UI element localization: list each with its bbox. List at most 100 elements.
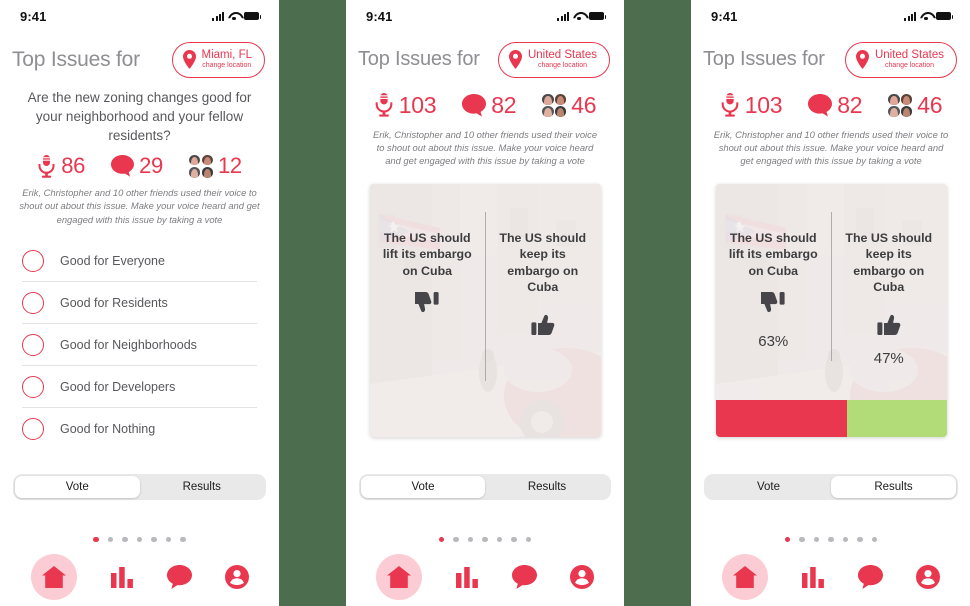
location-text: United States change location — [528, 49, 597, 71]
phone-screen-vote-card: 9:41 Top Issues for United States change… — [346, 0, 624, 606]
page-dot[interactable] — [784, 536, 791, 542]
option-label: Good for Neighborhoods — [60, 337, 197, 352]
chat-bubble-icon — [166, 565, 192, 589]
option-label: Good for Nothing — [60, 422, 156, 437]
page-dot[interactable] — [799, 536, 805, 542]
issue-question: Are the new zoning changes good for your… — [27, 89, 252, 143]
page-dot[interactable] — [828, 536, 834, 542]
bar-chart-icon — [110, 567, 133, 588]
tab-profile[interactable] — [224, 565, 249, 589]
list-item[interactable]: Good for Everyone — [22, 240, 257, 283]
comment-bubble-icon — [462, 93, 487, 117]
three-phone-mockup: 9:41 Top Issues for Miami, FL change loc… — [0, 0, 970, 606]
stat-voices[interactable]: 103 — [720, 92, 783, 119]
stat-comments[interactable]: 82 — [808, 92, 863, 119]
thumbs-up-icon — [877, 314, 901, 336]
map-pin-icon — [182, 50, 196, 70]
tab-vote[interactable]: Vote — [15, 476, 140, 498]
issue-results-card[interactable]: The US should lift its embargo on Cuba 6… — [715, 183, 947, 437]
vote-options-list: Good for Everyone Good for Residents Goo… — [0, 226, 279, 450]
page-dot[interactable] — [151, 536, 157, 542]
profile-icon — [224, 565, 249, 589]
page-dot[interactable] — [511, 536, 517, 542]
status-indicators — [212, 11, 261, 21]
vote-percent-right: 47% — [873, 350, 904, 368]
change-location-label: change location — [884, 62, 934, 70]
card-option-text: The US should lift its embargo on Cuba — [728, 230, 818, 278]
stat-voices[interactable]: 86 — [37, 153, 85, 179]
radio-button[interactable] — [22, 291, 44, 314]
tab-vote[interactable]: Vote — [706, 476, 831, 498]
page-dot[interactable] — [122, 536, 128, 542]
page-dot[interactable] — [93, 536, 99, 542]
tab-chat[interactable] — [858, 565, 884, 589]
page-dot[interactable] — [467, 536, 474, 542]
radio-button[interactable] — [22, 375, 44, 398]
change-location-button[interactable]: Miami, FL change location — [171, 42, 265, 78]
profile-icon — [916, 565, 941, 589]
friends-avatars-icon — [888, 93, 913, 117]
page-dot[interactable] — [107, 536, 114, 542]
stat-comments[interactable]: 29 — [111, 153, 163, 179]
tab-stats[interactable] — [455, 566, 479, 588]
tab-home[interactable] — [721, 554, 768, 600]
bar-chart-icon — [801, 567, 824, 588]
cellular-signal-icon — [212, 11, 224, 21]
friends-note: Erik, Christopher and 10 other friends u… — [372, 128, 598, 167]
card-option-right[interactable]: The US should keep its embargo on Cuba — [485, 184, 601, 437]
option-label: Good for Developers — [60, 379, 176, 394]
status-indicators — [557, 11, 606, 21]
tab-results[interactable]: Results — [831, 476, 956, 498]
option-label: Good for Residents — [60, 295, 168, 310]
issue-card[interactable]: The US should lift its embargo on Cuba T… — [369, 183, 601, 437]
stat-friends[interactable]: 12 — [188, 153, 242, 179]
card-option-left[interactable]: The US should lift its embargo on Cuba — [370, 184, 486, 437]
list-item[interactable]: Good for Residents — [22, 282, 257, 325]
stat-voices[interactable]: 103 — [374, 91, 437, 119]
change-location-button[interactable]: United States change location — [497, 42, 610, 78]
cellular-signal-icon — [557, 11, 569, 21]
tab-stats[interactable] — [110, 566, 134, 588]
stat-comments[interactable]: 82 — [462, 92, 517, 119]
list-item[interactable]: Good for Developers — [22, 366, 257, 409]
page-dot[interactable] — [136, 536, 143, 542]
backdrop-gap-left — [279, 0, 346, 606]
page-dot[interactable] — [165, 536, 172, 542]
card-option-text: The US should lift its embargo on Cuba — [382, 230, 472, 278]
stat-friends[interactable]: 46 — [888, 92, 943, 119]
tab-results[interactable]: Results — [485, 476, 609, 498]
stat-friends[interactable]: 46 — [542, 92, 597, 119]
stat-value: 103 — [398, 91, 437, 118]
thumbs-down-icon — [415, 292, 439, 313]
tab-results[interactable]: Results — [140, 476, 265, 498]
radio-button[interactable] — [22, 418, 44, 441]
thumbs-up-icon — [531, 314, 555, 336]
change-location-button[interactable]: United States change location — [844, 42, 957, 78]
change-location-label: change location — [202, 62, 252, 70]
page-dot[interactable] — [482, 536, 488, 542]
page-dot[interactable] — [438, 536, 445, 542]
list-item[interactable]: Good for Nothing — [22, 408, 257, 450]
page-dot[interactable] — [453, 536, 459, 542]
page-dot[interactable] — [857, 536, 863, 542]
page-dot[interactable] — [496, 536, 503, 542]
tab-chat[interactable] — [166, 565, 192, 589]
page-dot[interactable] — [871, 536, 878, 542]
tab-profile[interactable] — [916, 565, 941, 589]
radio-button[interactable] — [22, 333, 44, 356]
tab-chat[interactable] — [511, 565, 537, 589]
radio-button[interactable] — [22, 249, 44, 272]
page-dot[interactable] — [813, 536, 820, 542]
page-dot[interactable] — [842, 536, 849, 542]
page-dot[interactable] — [180, 536, 186, 542]
bottom-tab-bar — [0, 548, 279, 606]
tab-profile[interactable] — [569, 565, 594, 589]
tab-home[interactable] — [30, 554, 77, 600]
battery-icon — [244, 12, 261, 20]
list-item[interactable]: Good for Neighborhoods — [22, 324, 257, 367]
page-dot[interactable] — [525, 536, 532, 542]
tab-home[interactable] — [376, 554, 423, 600]
tab-stats[interactable] — [801, 566, 825, 588]
stat-value: 12 — [217, 153, 242, 179]
tab-vote[interactable]: Vote — [361, 476, 485, 498]
